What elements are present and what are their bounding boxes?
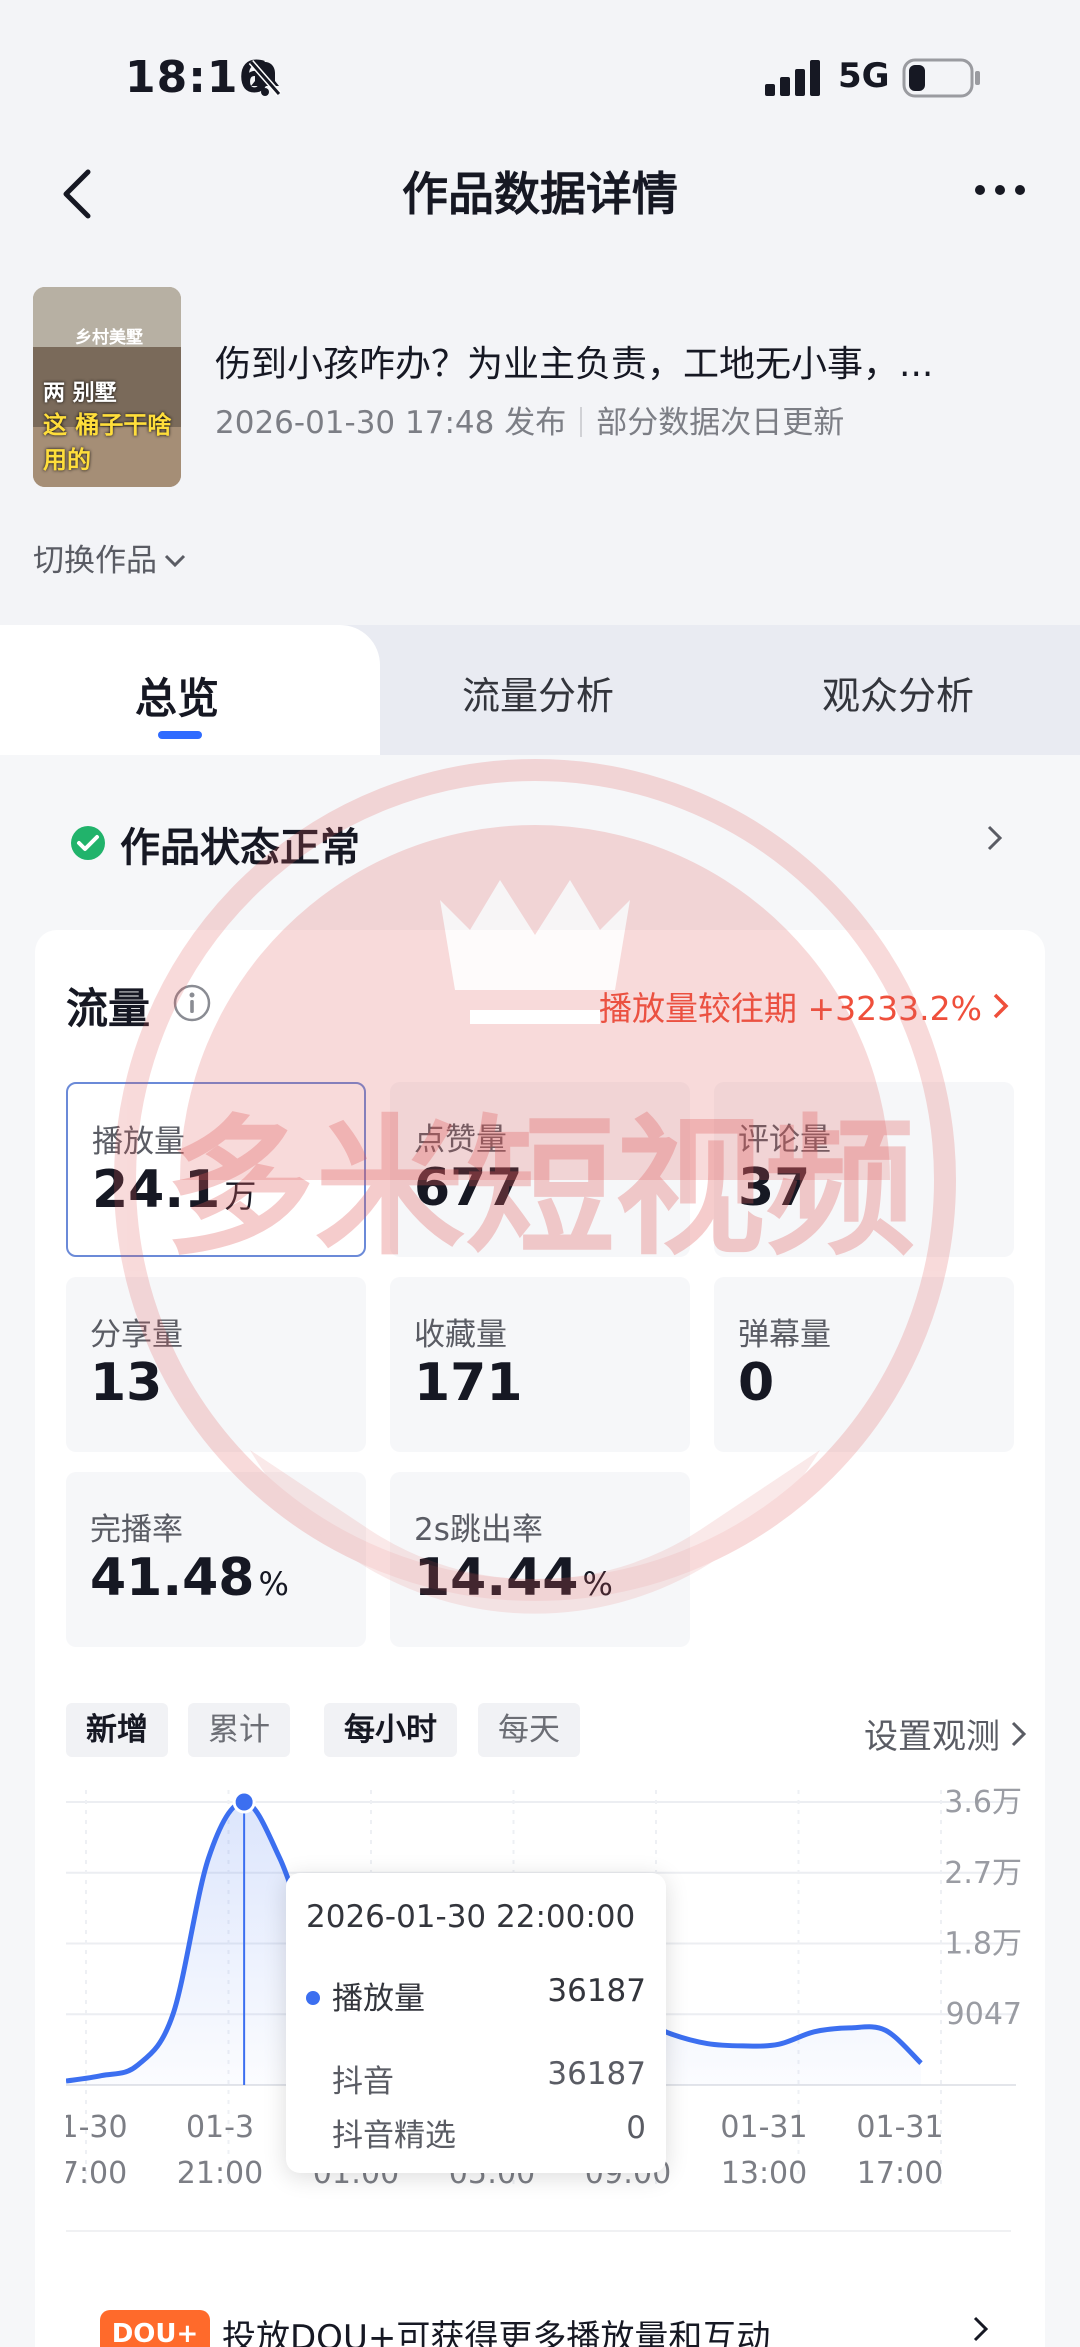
filter-new[interactable]: 新增	[66, 1703, 168, 1757]
dou-plus-logo: DOU+	[100, 2310, 210, 2347]
switch-work-label: 切换作品	[33, 543, 157, 579]
settings-observe-label: 设置观测	[864, 1717, 1000, 1757]
metric-label: 点赞量	[414, 1122, 507, 1158]
filter-daily[interactable]: 每天	[478, 1703, 580, 1757]
dou-plus-banner[interactable]: DOU+ 投放DOU+可获得更多播放量和互动	[66, 2300, 1026, 2347]
metric-bounce-rate[interactable]: 2s跳出率 14.44%	[390, 1472, 690, 1647]
x-tick-label: 13:00	[721, 2156, 807, 2191]
page-title: 作品数据详情	[402, 167, 678, 221]
metric-label: 2s跳出率	[414, 1512, 543, 1548]
chart-tooltip: 2026-01-30 22:00:00 播放量 36187 抖音 36187 抖音精…	[286, 1873, 666, 2173]
video-info[interactable]: 乡村美墅 两 别墅 这 桶子干啥用的 伤到小孩咋办？为业主负责，工地无小事，..…	[0, 285, 1080, 495]
metric-label: 分享量	[90, 1317, 183, 1353]
switch-work-button[interactable]: 切换作品	[33, 535, 187, 580]
more-options-icon[interactable]	[970, 170, 1030, 210]
tooltip-row-douyin-select: 抖音精选 0	[332, 2110, 646, 2154]
chevron-right-icon	[1011, 1721, 1027, 1747]
x-tick-label: 17:00	[66, 2156, 127, 2191]
metric-likes[interactable]: 点赞量 677	[390, 1082, 690, 1257]
mute-bell-icon	[248, 60, 282, 96]
battery-icon	[902, 58, 980, 98]
y-tick-label: 3.6万	[944, 1785, 1022, 1820]
metric-label: 播放量	[92, 1124, 185, 1160]
metric-value: 14.44%	[414, 1548, 613, 1608]
chevron-right-icon	[987, 825, 1003, 851]
section-divider	[66, 2230, 1011, 2232]
metric-value: 13	[90, 1353, 163, 1413]
publish-time: 2026-01-30 17:48 发布	[215, 405, 567, 441]
metric-favorites[interactable]: 收藏量 171	[390, 1277, 690, 1452]
metric-value: 24.1 万	[92, 1160, 257, 1220]
metric-plays[interactable]: 播放量 24.1 万	[66, 1082, 366, 1257]
metric-comments[interactable]: 评论量 37	[714, 1082, 1014, 1257]
series-dot-icon	[306, 1991, 320, 2005]
tooltip-row-plays: 播放量 36187	[306, 1973, 646, 2018]
tooltip-time: 2026-01-30 22:00:00	[306, 1899, 636, 1935]
thumbnail-caption-2: 这 桶子干啥用的	[43, 411, 172, 474]
filter-cumulative[interactable]: 累计	[188, 1703, 290, 1757]
nav-bar: 作品数据详情	[0, 150, 1080, 280]
video-thumbnail[interactable]: 乡村美墅 两 别墅 这 桶子干啥用的	[33, 287, 181, 487]
play-compare-link[interactable]: 播放量较往期 +3233.2%	[599, 982, 1010, 1030]
x-tick-label: 01-31	[720, 2110, 807, 2145]
tab-traffic-analysis[interactable]: 流量分析	[462, 665, 614, 720]
check-circle-icon	[71, 826, 105, 860]
highlight-point	[232, 1790, 256, 1814]
traffic-title: 流量	[66, 984, 151, 1033]
update-note: 部分数据次日更新	[596, 405, 845, 441]
filter-hourly[interactable]: 每小时	[324, 1703, 457, 1757]
play-compare-text: 播放量较往期 +3233.2%	[599, 989, 982, 1028]
chevron-down-icon	[164, 554, 186, 568]
metric-value: 37	[738, 1158, 811, 1218]
tab-indicator	[158, 731, 202, 739]
x-tick-label: 21:00	[177, 2156, 263, 2191]
metric-value: 41.48%	[90, 1548, 289, 1608]
metric-value: 677	[414, 1158, 523, 1218]
dou-plus-text: 投放DOU+可获得更多播放量和互动	[222, 2318, 771, 2347]
video-title: 伤到小孩咋办？为业主负责，工地无小事，...	[215, 344, 934, 385]
metric-label: 完播率	[90, 1512, 183, 1548]
metric-value: 0	[738, 1353, 775, 1413]
tooltip-row-douyin: 抖音 36187	[332, 2056, 646, 2100]
metric-label: 评论量	[738, 1122, 831, 1158]
video-meta: 2026-01-30 17:48 发布 部分数据次日更新	[215, 397, 844, 442]
work-status-row[interactable]: 作品状态正常	[0, 775, 1080, 895]
thumbnail-logo: 乡村美墅	[75, 328, 143, 348]
thumbnail-caption: 两 别墅	[43, 381, 117, 406]
tab-overview[interactable]: 总览	[135, 665, 219, 726]
work-status-label: 作品状态正常	[120, 825, 360, 871]
tab-audience-analysis[interactable]: 观众分析	[822, 665, 974, 720]
chevron-right-icon	[973, 2316, 989, 2342]
meta-divider	[580, 407, 583, 437]
metric-label: 弹幕量	[738, 1317, 831, 1353]
signal-icon	[765, 60, 820, 96]
metric-completion-rate[interactable]: 完播率 41.48%	[66, 1472, 366, 1647]
y-tick-label: 9047	[946, 1997, 1022, 2032]
metric-value: 171	[414, 1353, 523, 1413]
settings-observe-link[interactable]: 设置观测	[864, 1709, 1028, 1758]
metric-label: 收藏量	[414, 1317, 507, 1353]
x-tick-label: 01-3	[186, 2110, 254, 2145]
network-type: 5G	[838, 56, 890, 96]
metric-danmaku[interactable]: 弹幕量 0	[714, 1277, 1014, 1452]
status-bar: 18:16 5G	[0, 0, 1080, 150]
x-tick-label: 17:00	[857, 2156, 943, 2191]
info-icon[interactable]	[172, 983, 212, 1023]
metric-shares[interactable]: 分享量 13	[66, 1277, 366, 1452]
x-tick-label: 01-31	[856, 2110, 943, 2145]
y-tick-label: 1.8万	[944, 1927, 1022, 1962]
x-tick-label: 01-30	[66, 2110, 128, 2145]
chevron-right-icon	[993, 993, 1009, 1019]
y-tick-label: 2.7万	[944, 1856, 1022, 1891]
